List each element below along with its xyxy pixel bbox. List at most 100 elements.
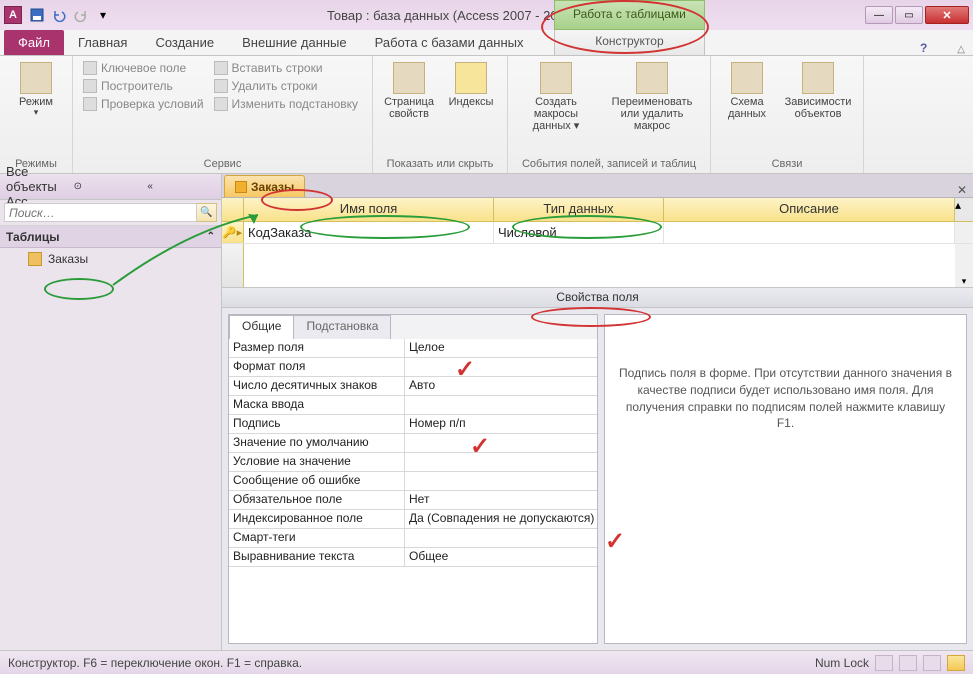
tab-design[interactable]: Конструктор <box>554 30 705 56</box>
view-button[interactable]: Режим ▾ <box>8 60 64 156</box>
collapse-ribbon-icon[interactable]: △ <box>957 44 965 55</box>
tab-file[interactable]: Файл <box>4 30 64 55</box>
maximize-button[interactable]: ▭ <box>895 6 923 24</box>
pivot-table-view-button[interactable] <box>899 655 917 671</box>
property-value[interactable] <box>405 434 597 452</box>
property-value[interactable] <box>405 472 597 490</box>
group-label-tools: Сервис <box>81 156 364 173</box>
primary-key-label: Ключевое поле <box>101 61 186 75</box>
property-row[interactable]: Значение по умолчанию <box>229 434 597 453</box>
nav-group-tables-label: Таблицы <box>6 230 59 244</box>
close-button[interactable]: ✕ <box>925 6 969 24</box>
delete-rows-button[interactable]: Удалить строки <box>212 78 360 94</box>
nav-item-orders[interactable]: Заказы <box>0 248 221 270</box>
col-data-type[interactable]: Тип данных <box>494 198 664 221</box>
property-name: Подпись <box>229 415 405 433</box>
redo-icon[interactable] <box>72 6 90 24</box>
validate-button[interactable]: Проверка условий <box>81 96 206 112</box>
modify-lookup-button[interactable]: Изменить подстановку <box>212 96 360 112</box>
property-name: Значение по умолчанию <box>229 434 405 452</box>
field-type-cell[interactable]: Числовой <box>494 222 664 243</box>
tab-database-tools[interactable]: Работа с базами данных <box>361 30 538 55</box>
relationships-icon <box>731 62 763 94</box>
nav-collapse-icon[interactable]: « <box>147 181 215 192</box>
property-row[interactable]: Число десятичных знаковАвто <box>229 377 597 396</box>
property-row[interactable]: Индексированное полеДа (Совпадения не до… <box>229 510 597 529</box>
nav-search: 🔍 <box>0 200 221 226</box>
ribbon-group-relationships: Схема данных Зависимости объектов Связи <box>711 56 864 173</box>
property-row[interactable]: Выравнивание текстаОбщее <box>229 548 597 567</box>
property-row[interactable]: Сообщение об ошибке <box>229 472 597 491</box>
property-sheet-button[interactable]: Страница свойств <box>381 60 437 156</box>
create-data-macros-button[interactable]: Создать макросы данных ▾ <box>516 60 596 156</box>
titlebar: A ▾ Товар : база данных (Access 2007 - 2… <box>0 0 973 30</box>
nav-group-tables[interactable]: Таблицы ⌃ <box>0 226 221 248</box>
rename-delete-macro-button[interactable]: Переименовать или удалить макрос <box>602 60 702 156</box>
help-icon[interactable]: ? <box>920 41 927 55</box>
field-desc-cell[interactable] <box>664 222 955 243</box>
builder-label: Построитель <box>101 79 173 93</box>
search-icon[interactable]: 🔍 <box>197 203 217 222</box>
property-row[interactable]: Формат поля <box>229 358 597 377</box>
object-tab-orders[interactable]: Заказы <box>224 175 305 197</box>
group-label-rel: Связи <box>719 156 855 173</box>
view-icon <box>20 62 52 94</box>
nav-dropdown-icon[interactable]: ⊙ <box>74 181 142 192</box>
nav-pane-header[interactable]: Все объекты Acc… ⊙ « <box>0 174 221 200</box>
minimize-button[interactable]: — <box>865 6 893 24</box>
empty-rows[interactable]: ▾ <box>222 244 973 288</box>
relationships-button[interactable]: Схема данных <box>719 60 775 156</box>
row-selector[interactable]: 🔑▸ <box>222 222 244 243</box>
property-value[interactable]: Целое <box>405 339 597 357</box>
col-description[interactable]: Описание <box>664 198 955 221</box>
row-selector-header <box>222 198 244 221</box>
scrollbar-track[interactable] <box>955 222 973 243</box>
property-row[interactable]: Размер поляЦелое <box>229 339 597 358</box>
field-properties-title: Свойства поля <box>222 288 973 308</box>
insert-rows-button[interactable]: Вставить строки <box>212 60 360 76</box>
scroll-up-button[interactable]: ▴ <box>955 198 973 221</box>
property-row[interactable]: Смарт-теги <box>229 529 597 548</box>
object-dependencies-button[interactable]: Зависимости объектов <box>781 60 855 156</box>
indexes-button[interactable]: Индексы <box>443 60 499 156</box>
col-field-name[interactable]: Имя поля <box>244 198 494 221</box>
property-value[interactable] <box>405 529 597 547</box>
tab-create[interactable]: Создание <box>141 30 228 55</box>
row-selector[interactable] <box>222 244 244 287</box>
property-value[interactable] <box>405 453 597 471</box>
primary-key-button[interactable]: Ключевое поле <box>81 60 206 76</box>
property-value[interactable]: Нет <box>405 491 597 509</box>
property-value[interactable] <box>405 358 597 376</box>
datasheet-view-button[interactable] <box>875 655 893 671</box>
property-row[interactable]: Условие на значение <box>229 453 597 472</box>
property-value[interactable]: Да (Совпадения не допускаются) <box>405 510 597 528</box>
lookup-icon <box>214 97 228 111</box>
property-value[interactable]: Общее <box>405 548 597 566</box>
qat-dropdown-icon[interactable]: ▾ <box>94 6 112 24</box>
property-row[interactable]: Обязательное полеНет <box>229 491 597 510</box>
field-row[interactable]: 🔑▸ КодЗаказа Числовой <box>222 222 973 244</box>
property-row[interactable]: Маска ввода <box>229 396 597 415</box>
relationships-label: Схема данных <box>723 96 771 120</box>
property-name: Число десятичных знаков <box>229 377 405 395</box>
property-row[interactable]: ПодписьНомер п/п <box>229 415 597 434</box>
insert-rows-label: Вставить строки <box>232 61 323 75</box>
scroll-down-button[interactable]: ▾ <box>955 244 973 287</box>
builder-button[interactable]: Построитель <box>81 78 206 94</box>
dependencies-label: Зависимости объектов <box>785 96 852 120</box>
tab-lookup[interactable]: Подстановка <box>293 315 391 339</box>
close-tab-icon[interactable]: ✕ <box>957 183 967 197</box>
property-value[interactable]: Номер п/п <box>405 415 597 433</box>
property-value[interactable] <box>405 396 597 414</box>
tab-external-data[interactable]: Внешние данные <box>228 30 361 55</box>
design-view-button[interactable] <box>947 655 965 671</box>
save-icon[interactable] <box>28 6 46 24</box>
property-value[interactable]: Авто <box>405 377 597 395</box>
undo-icon[interactable] <box>50 6 68 24</box>
status-bar: Конструктор. F6 = переключение окон. F1 … <box>0 650 973 674</box>
tab-general[interactable]: Общие <box>229 315 294 339</box>
field-name-cell[interactable]: КодЗаказа <box>244 222 494 243</box>
search-input[interactable] <box>4 203 197 222</box>
tab-home[interactable]: Главная <box>64 30 141 55</box>
pivot-chart-view-button[interactable] <box>923 655 941 671</box>
